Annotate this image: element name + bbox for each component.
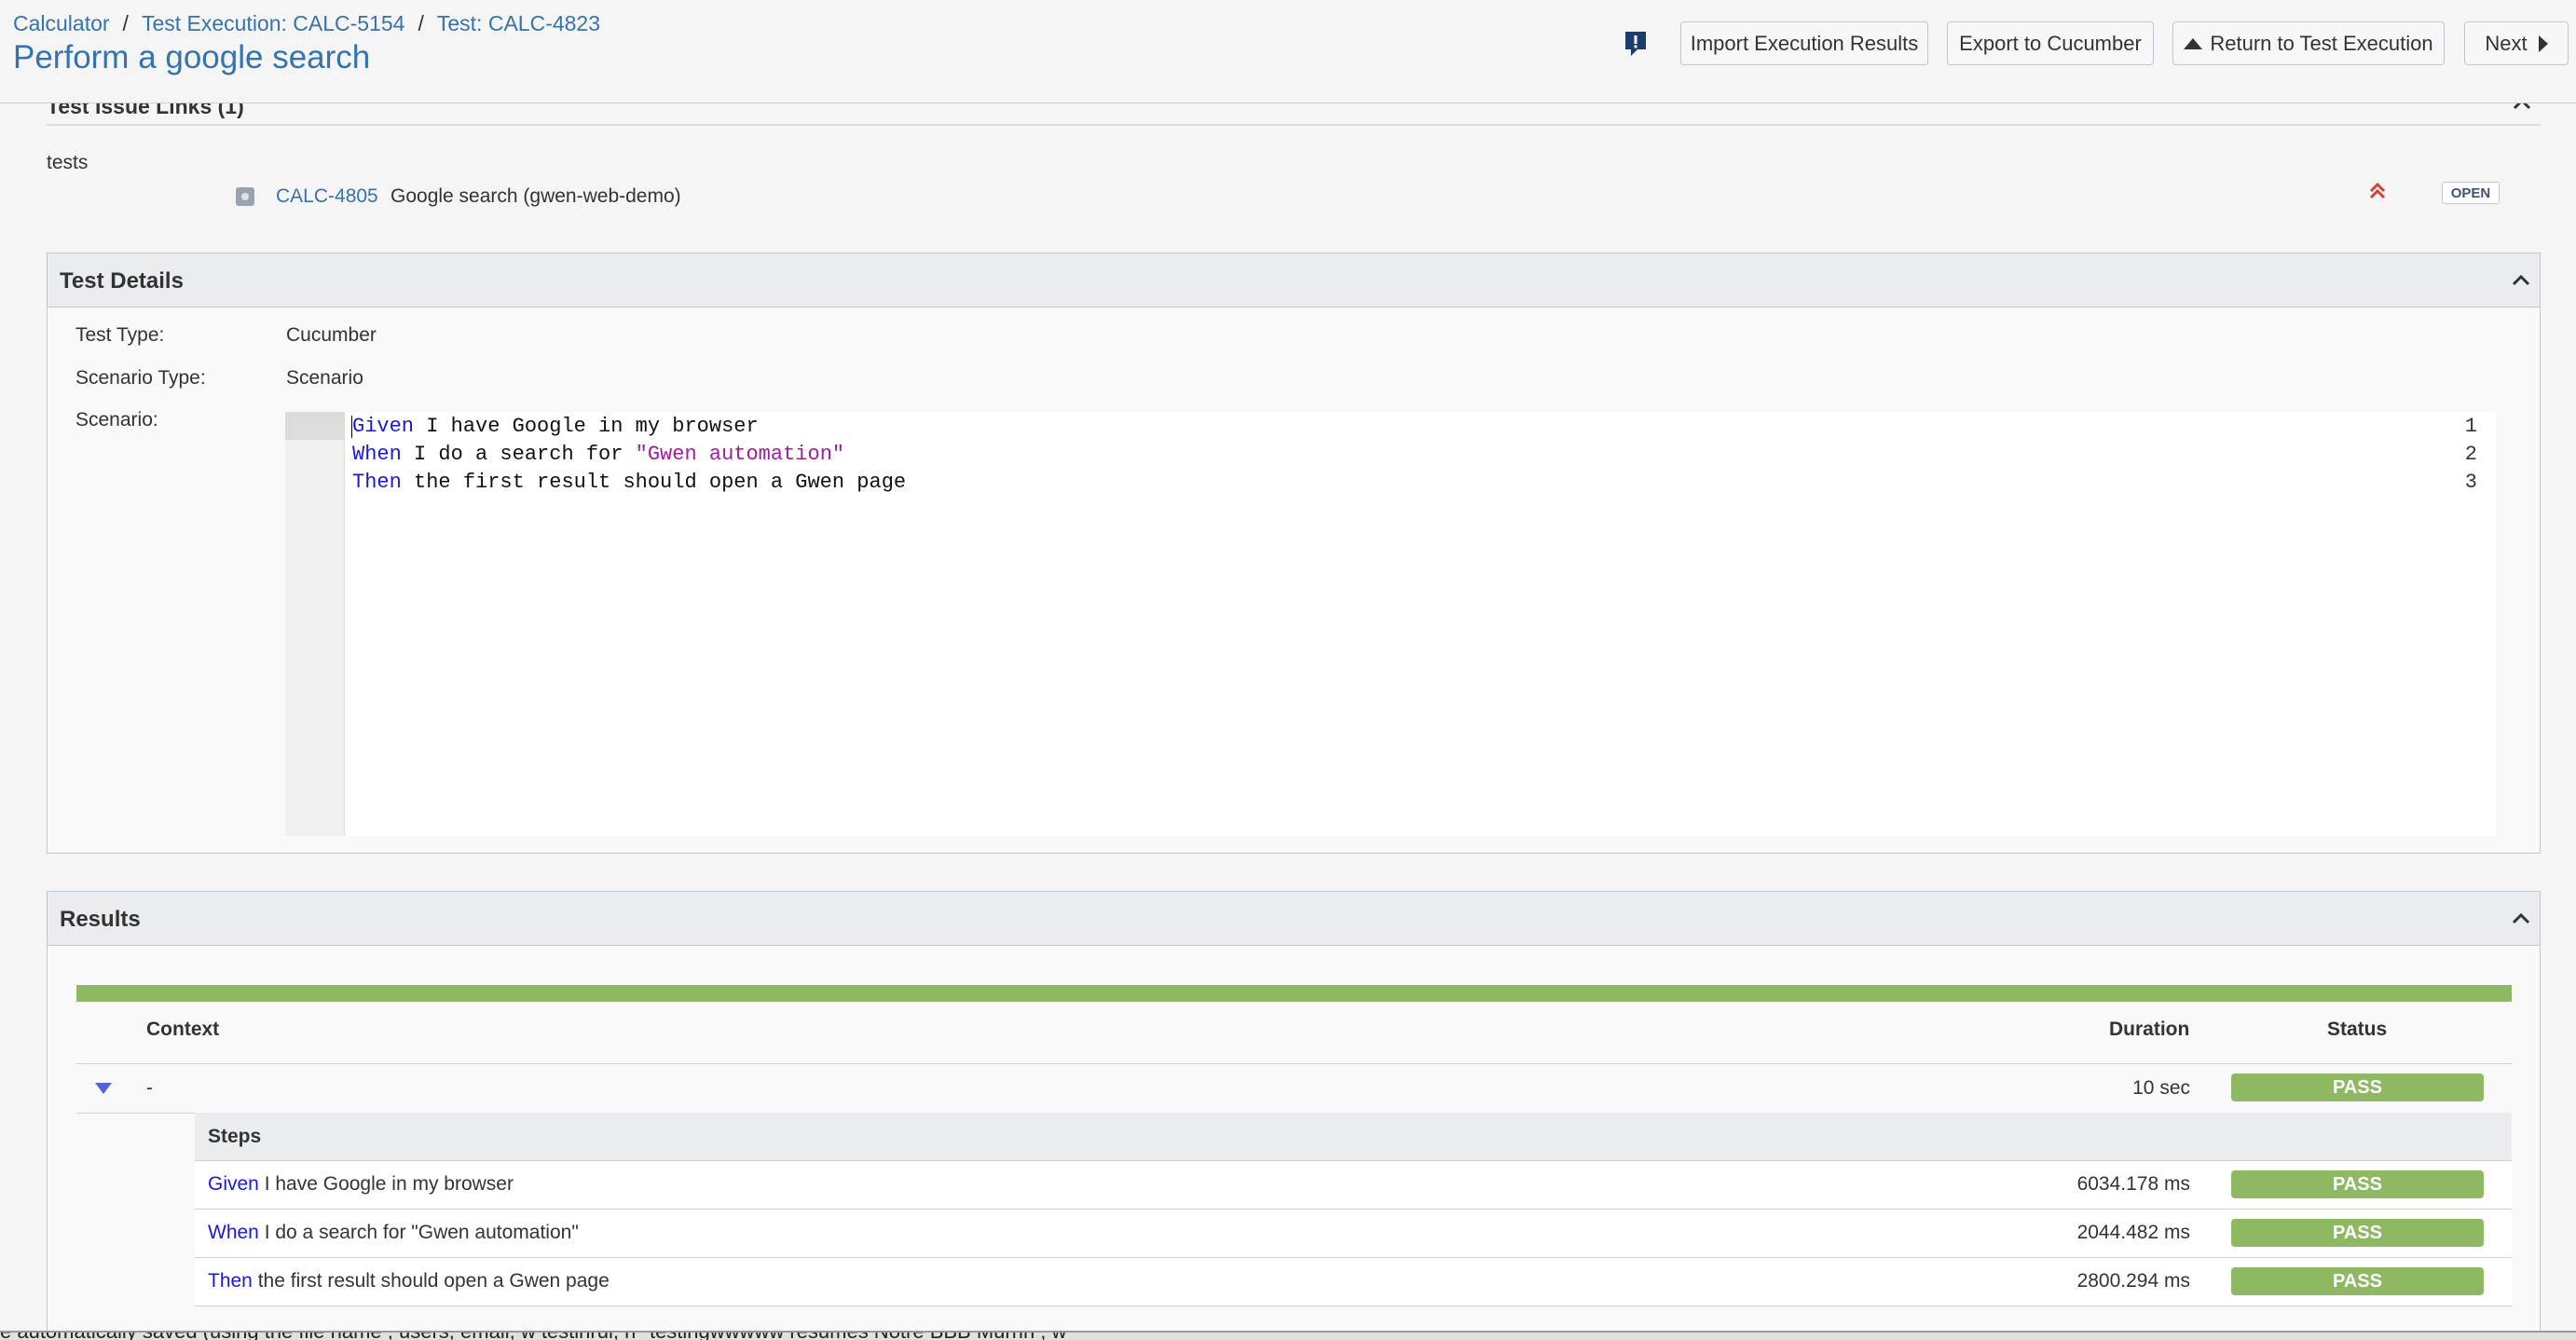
next-button[interactable]: Next — [2464, 21, 2569, 65]
steps-title: Steps — [208, 1126, 262, 1147]
return-to-test-execution-button[interactable]: Return to Test Execution — [2172, 21, 2445, 65]
scenario-type-value: Scenario — [286, 367, 363, 389]
step-row: Given I have Google in my browser 6034.1… — [195, 1161, 2512, 1210]
divider — [47, 124, 2541, 126]
column-header-context: Context — [146, 1019, 220, 1040]
test-issue-links-section: Test Issue Links (1) tests CALC-4805 Goo… — [47, 89, 2541, 247]
code-text: I do a search for — [401, 443, 636, 466]
line-number: 1 — [2464, 415, 2477, 438]
results-panel: Results Context Duration Status - 10 sec… — [47, 891, 2541, 1338]
code-string: "Gwen automation" — [635, 443, 845, 466]
active-line-marker — [285, 412, 345, 440]
test-details-title: Test Details — [60, 268, 184, 294]
status-badge: OPEN — [2442, 182, 2500, 204]
test-details-panel: Test Details Test Type: Cucumber Scenari… — [47, 253, 2541, 854]
arrow-up-icon — [2184, 37, 2203, 49]
arrow-right-icon — [2538, 34, 2548, 52]
results-progress-bar — [76, 985, 2512, 1002]
import-execution-results-button[interactable]: Import Execution Results — [1680, 21, 1928, 65]
test-details-header[interactable]: Test Details — [48, 253, 2540, 308]
table-row[interactable]: - 10 sec PASS — [76, 1064, 2512, 1113]
page-title: Perform a google search — [13, 39, 371, 75]
status-badge: PASS — [2231, 1219, 2484, 1247]
status-badge: PASS — [2231, 1267, 2484, 1295]
linked-issue-summary: Google search (gwen-web-demo) — [391, 185, 681, 207]
next-button-label: Next — [2485, 31, 2528, 55]
expand-triangle-icon[interactable] — [95, 1083, 112, 1094]
context-duration: 10 sec — [2132, 1077, 2190, 1099]
line-number: 2 — [2464, 443, 2477, 466]
code-text: I have Google in my browser — [414, 415, 759, 438]
step-row: Then the first result should open a Gwen… — [195, 1258, 2512, 1306]
link-type-label: tests — [47, 152, 89, 173]
breadcrumb-separator: / — [418, 11, 424, 35]
gherkin-keyword: Given — [208, 1173, 259, 1195]
line-number-gutter — [285, 412, 345, 836]
step-duration: 2800.294 ms — [2076, 1270, 2190, 1292]
step-duration: 2044.482 ms — [2076, 1222, 2190, 1243]
results-title: Results — [60, 907, 141, 932]
test-issue-type-icon — [236, 187, 254, 206]
highest-priority-icon — [2369, 182, 2386, 205]
column-header-status: Status — [2327, 1019, 2388, 1040]
breadcrumb-project-link[interactable]: Calculator — [13, 11, 110, 35]
line-number: 3 — [2464, 471, 2477, 494]
breadcrumb-execution-link[interactable]: Test Execution: CALC-5154 — [142, 11, 405, 35]
gherkin-keyword: Then — [208, 1270, 253, 1292]
code-line: When I do a search for "Gwen automation" — [352, 443, 844, 466]
bottom-status-strip: e automatically saved (using the file na… — [0, 1331, 2576, 1340]
step-description: I have Google in my browser — [258, 1173, 514, 1195]
gherkin-keyword: Then — [352, 471, 402, 494]
bottom-status-text: e automatically saved (using the file na… — [0, 1333, 1066, 1340]
return-button-label: Return to Test Execution — [2210, 31, 2433, 55]
scenario-code-editor[interactable]: 1 2 3 Given I have Google in my browser … — [285, 412, 2496, 836]
status-badge: PASS — [2231, 1073, 2484, 1101]
step-text: When I do a search for "Gwen automation" — [208, 1222, 579, 1244]
context-value: - — [146, 1077, 153, 1099]
status-badge: PASS — [2231, 1170, 2484, 1198]
step-description: I do a search for "Gwen automation" — [258, 1222, 579, 1243]
code-line: Given I have Google in my browser — [352, 415, 759, 438]
chevron-up-icon[interactable] — [2512, 912, 2530, 929]
test-type-label: Test Type: — [75, 324, 165, 346]
step-description: the first result should open a Gwen page — [252, 1270, 610, 1292]
breadcrumb-test-link[interactable]: Test: CALC-4823 — [437, 11, 600, 35]
step-text: Given I have Google in my browser — [208, 1173, 514, 1196]
scenario-type-label: Scenario Type: — [75, 367, 206, 389]
chevron-up-icon[interactable] — [2512, 274, 2530, 291]
export-to-cucumber-button[interactable]: Export to Cucumber — [1947, 21, 2154, 65]
results-header[interactable]: Results — [48, 892, 2540, 946]
column-header-duration: Duration — [2109, 1019, 2190, 1040]
gherkin-keyword: When — [352, 443, 402, 466]
gherkin-keyword: Given — [352, 415, 415, 438]
test-type-value: Cucumber — [286, 324, 377, 346]
scenario-label: Scenario: — [75, 409, 158, 431]
linked-issue-key-link[interactable]: CALC-4805 — [276, 185, 378, 208]
step-duration: 6034.178 ms — [2076, 1173, 2190, 1195]
page-header: Calculator / Test Execution: CALC-5154 / Tes… — [0, 0, 2576, 103]
feedback-icon[interactable] — [1624, 30, 1648, 58]
gherkin-keyword: When — [208, 1222, 259, 1243]
breadcrumb: Calculator / Test Execution: CALC-5154 / Tes… — [13, 11, 600, 36]
steps-header: Steps — [195, 1113, 2512, 1161]
code-text: the first result should open a Gwen page — [401, 471, 907, 494]
code-line: Then the first result should open a Gwen… — [352, 471, 906, 494]
breadcrumb-separator: / — [122, 11, 129, 35]
step-text: Then the first result should open a Gwen… — [208, 1270, 610, 1292]
step-row: When I do a search for "Gwen automation"… — [195, 1210, 2512, 1258]
